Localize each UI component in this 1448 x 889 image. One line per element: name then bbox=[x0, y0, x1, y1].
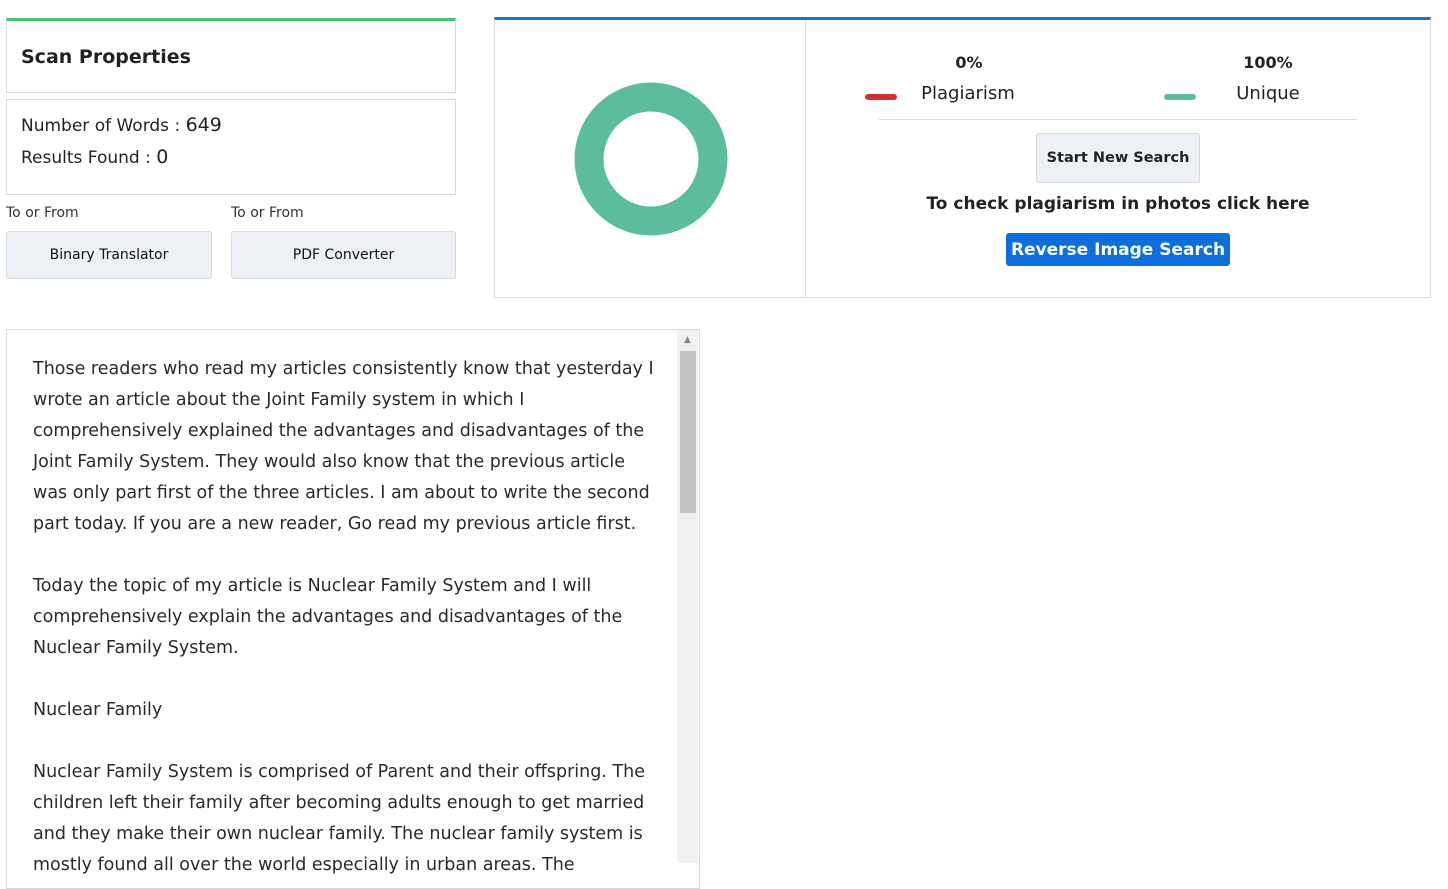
text-paragraph: Nuclear Family bbox=[33, 700, 163, 720]
scanned-text-content: Those readers who read my articles consi… bbox=[33, 354, 663, 888]
scrollbar-thumb[interactable] bbox=[680, 351, 696, 513]
binary-translator-button[interactable]: Binary Translator bbox=[6, 231, 212, 279]
pdf-converter-caption: To or From bbox=[231, 205, 304, 221]
results-found: Results Found : 0 bbox=[21, 146, 441, 168]
start-new-search-button[interactable]: Start New Search bbox=[1036, 133, 1200, 183]
scan-stats-panel: Number of Words : 649 Results Found : 0 bbox=[6, 99, 456, 195]
unique-label: Unique bbox=[1236, 83, 1300, 104]
metrics-divider bbox=[879, 119, 1357, 120]
word-count-label: Number of Words : bbox=[21, 116, 181, 136]
scan-properties-title: Scan Properties bbox=[6, 18, 456, 93]
pdf-converter-button[interactable]: PDF Converter bbox=[231, 231, 456, 279]
results-found-label: Results Found : bbox=[21, 148, 151, 168]
plagiarism-label: Plagiarism bbox=[921, 83, 1015, 104]
photo-plagiarism-hint: To check plagiarism in photos click here bbox=[926, 194, 1310, 214]
word-count-value: 649 bbox=[185, 114, 222, 136]
plagiarism-percent: 0% bbox=[955, 53, 983, 72]
word-count: Number of Words : 649 bbox=[21, 114, 441, 136]
donut-unique-ring bbox=[574, 82, 728, 236]
text-paragraph: Nuclear Family System is comprised of Pa… bbox=[33, 762, 646, 875]
reverse-image-search-button[interactable]: Reverse Image Search bbox=[1006, 233, 1230, 266]
scanned-text-area[interactable]: Those readers who read my articles consi… bbox=[6, 329, 700, 889]
binary-translator-caption: To or From bbox=[6, 205, 79, 221]
unique-percent: 100% bbox=[1243, 53, 1293, 72]
plagiarism-color-swatch bbox=[865, 94, 897, 100]
results-card-divider bbox=[805, 20, 806, 298]
uniqueness-donut-chart bbox=[574, 82, 728, 236]
unique-color-swatch bbox=[1164, 94, 1196, 100]
text-paragraph: Today the topic of my article is Nuclear… bbox=[33, 576, 623, 658]
text-paragraph: Those readers who read my articles consi… bbox=[33, 359, 654, 534]
scroll-up-arrow-icon[interactable]: ▲ bbox=[677, 333, 698, 347]
results-found-value: 0 bbox=[156, 146, 169, 168]
